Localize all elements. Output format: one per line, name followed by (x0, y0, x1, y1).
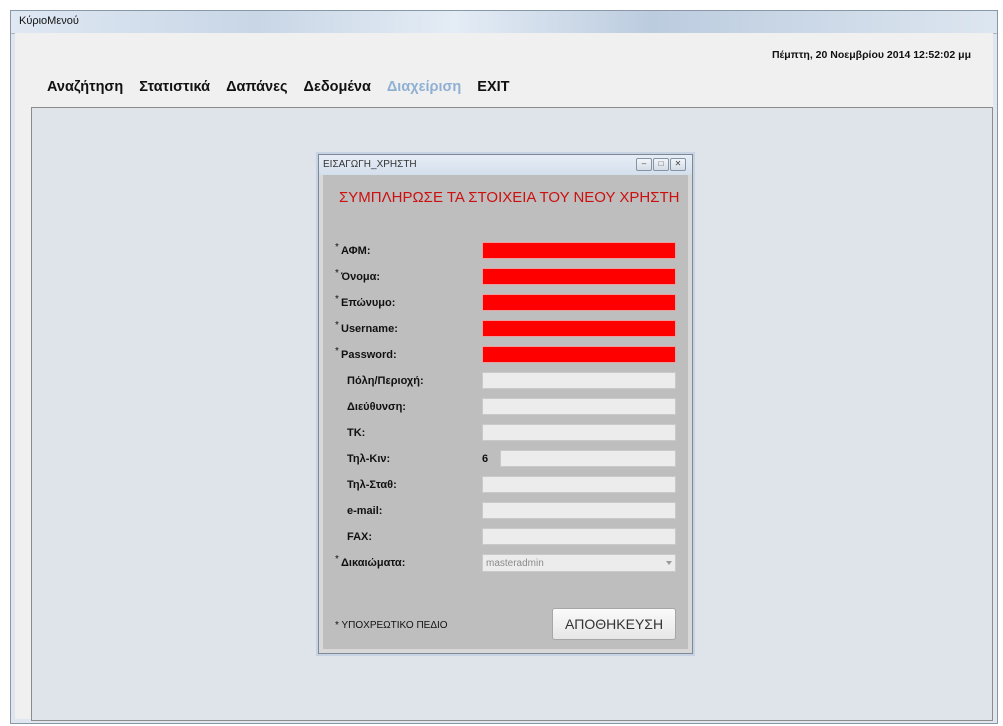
menu-item-data[interactable]: Δεδομένα (296, 76, 379, 98)
afm-field[interactable] (482, 242, 676, 259)
row-dieythynsi: Διεύθυνση: (323, 398, 688, 416)
menu-item-expenses[interactable]: Δαπάνες (218, 76, 295, 98)
poli-field[interactable] (482, 372, 676, 389)
required-mark: * (335, 294, 339, 305)
close-icon[interactable]: ✕ (670, 158, 686, 171)
username-field[interactable] (482, 320, 676, 337)
dieythynsi-label: Διεύθυνση: (347, 401, 406, 413)
afm-label: ΑΦΜ: (341, 245, 371, 257)
tk-label: ΤΚ: (347, 427, 366, 439)
menu-item-administration: Διαχείριση (386, 79, 462, 95)
minimize-icon[interactable]: – (636, 158, 652, 171)
password-label: Password: (341, 349, 397, 361)
required-mark: * (335, 554, 339, 565)
datetime-label: Πέμπτη, 20 Νοεμβρίου 2014 12:52:02 μμ (771, 49, 971, 61)
fax-label: FAX: (347, 531, 373, 543)
chevron-down-icon[interactable] (666, 561, 672, 565)
row-email: e-mail: (323, 502, 688, 520)
dialog-titlebar[interactable]: ΕΙΣΑΓΩΓΗ_ΧΡΗΣΤΗ – □ ✕ (319, 155, 692, 175)
row-tk: ΤΚ: (323, 424, 688, 442)
tk-field[interactable] (482, 424, 676, 441)
row-dikaiomata: * Δικαιώματα: masteradmin (323, 554, 688, 572)
dialog-body: ΣΥΜΠΛΗΡΩΣΕ ΤΑ ΣΤΟΙΧΕΙΑ ΤΟΥ ΝΕΟΥ ΧΡΗΣΤΗ *… (323, 175, 688, 649)
dialog-window-buttons: – □ ✕ (636, 158, 686, 171)
row-fax: FAX: (323, 528, 688, 546)
window-title: ΚύριοΜενού (19, 15, 79, 27)
required-mark: * (335, 242, 339, 253)
eponymo-label: Επώνυμο: (341, 297, 396, 309)
save-button[interactable]: ΑΠΟΘΗΚΕΥΣΗ (552, 608, 676, 640)
required-mark: * (335, 268, 339, 279)
row-onoma: * Όνομα: (323, 268, 688, 286)
row-eponymo: * Επώνυμο: (323, 294, 688, 312)
fax-field[interactable] (482, 528, 676, 545)
required-mark: * (335, 346, 339, 357)
email-field[interactable] (482, 502, 676, 519)
row-afm: * ΑΦΜ: (323, 242, 688, 260)
til-stath-label: Τηλ-Σταθ: (347, 479, 397, 491)
til-kin-label: Τηλ-Κιν: (347, 453, 391, 465)
til-kin-field[interactable] (500, 450, 676, 467)
maximize-icon[interactable]: □ (653, 158, 669, 171)
password-field[interactable] (482, 346, 676, 363)
menu-item-exit[interactable]: EXIT (469, 76, 517, 98)
required-footnote: * ΥΠΟΧΡΕΩΤΙΚΟ ΠΕΔΙΟ (335, 620, 448, 631)
onoma-field[interactable] (482, 268, 676, 285)
row-poli: Πόλη/Περιοχή: (323, 372, 688, 390)
row-password: * Password: (323, 346, 688, 364)
permissions-select-value: masteradmin (486, 558, 544, 569)
menu-item-statistics[interactable]: Στατιστικά (131, 76, 218, 98)
row-username: * Username: (323, 320, 688, 338)
menu-item-search[interactable]: Αναζήτηση (39, 76, 131, 98)
til-kin-prefix: 6 (482, 453, 489, 465)
main-titlebar[interactable]: ΚύριοΜενού (11, 11, 997, 34)
email-label: e-mail: (347, 505, 383, 517)
new-user-dialog: ΕΙΣΑΓΩΓΗ_ΧΡΗΣΤΗ – □ ✕ ΣΥΜΠΛΗΡΩΣΕ ΤΑ ΣΤΟΙ… (318, 154, 693, 654)
poli-label: Πόλη/Περιοχή: (347, 375, 424, 387)
dikaiomata-label: Δικαιώματα: (341, 557, 406, 569)
eponymo-field[interactable] (482, 294, 676, 311)
til-stath-field[interactable] (482, 476, 676, 493)
onoma-label: Όνομα: (341, 271, 381, 283)
dialog-title: ΕΙΣΑΓΩΓΗ_ΧΡΗΣΤΗ (323, 159, 417, 170)
required-mark: * (335, 320, 339, 331)
row-til-kin: Τηλ-Κιν: 6 (323, 450, 688, 468)
dialog-heading: ΣΥΜΠΛΗΡΩΣΕ ΤΑ ΣΤΟΙΧΕΙΑ ΤΟΥ ΝΕΟΥ ΧΡΗΣΤΗ (339, 189, 680, 206)
row-til-stath: Τηλ-Σταθ: (323, 476, 688, 494)
username-label: Username: (341, 323, 398, 335)
dieythynsi-field[interactable] (482, 398, 676, 415)
permissions-select[interactable]: masteradmin (482, 554, 676, 572)
menu-bar: Αναζήτηση Στατιστικά Δαπάνες Δεδομένα Δι… (39, 76, 518, 98)
